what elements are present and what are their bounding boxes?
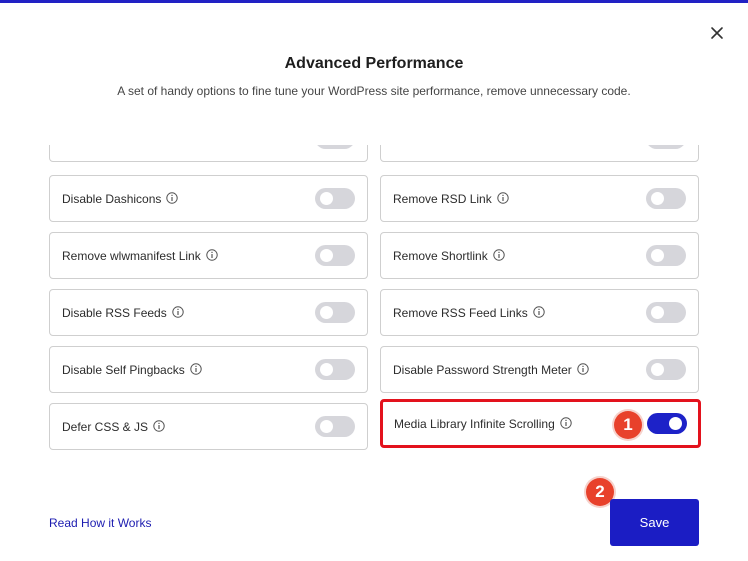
option-card-remove-shortlink: Remove Shortlink (380, 232, 699, 279)
info-icon[interactable] (560, 416, 572, 429)
info-icon[interactable] (166, 191, 179, 204)
option-toggle[interactable] (315, 145, 355, 149)
option-toggle-remove-shortlink[interactable] (646, 245, 686, 266)
option-toggle-disable-rss-feeds[interactable] (315, 302, 355, 323)
info-icon[interactable] (577, 362, 589, 375)
close-icon (706, 22, 728, 44)
toggle-knob (651, 192, 664, 205)
info-icon[interactable] (190, 362, 202, 375)
toggle-knob (320, 249, 333, 262)
option-label: Disable Self Pingbacks (62, 362, 185, 377)
option-card-disable-password-strength-meter: Disable Password Strength Meter (380, 346, 699, 393)
read-how-it-works-link[interactable]: Read How it Works (49, 516, 151, 530)
option-label: Disable Dashicons (62, 191, 162, 206)
info-icon[interactable] (533, 305, 545, 318)
option-label: Defer CSS & JS (62, 419, 149, 434)
option-label: Disable Password Strength Meter (393, 362, 572, 377)
option-label: Remove Shortlink (393, 248, 488, 263)
option-label: Remove RSS Feed Links (393, 305, 528, 320)
toggle-knob (320, 192, 333, 205)
option-label: Media Library Infinite Scrolling (394, 416, 555, 431)
option-card-disable-rss-feeds: Disable RSS Feeds (49, 289, 368, 336)
save-button[interactable]: Save (610, 499, 699, 546)
option-label: Disable RSS Feeds (62, 305, 167, 320)
option-toggle-disable-self-pingbacks[interactable] (315, 359, 355, 380)
toggle-knob (651, 363, 664, 376)
option-label: Remove RSD Link (393, 191, 492, 206)
option-card-disable-dashicons: Disable Dashicons (49, 175, 368, 222)
option-card-hidden-left (49, 145, 368, 162)
toggle-knob (651, 249, 664, 262)
toggle-knob (320, 306, 333, 319)
toggle-knob (320, 420, 333, 433)
close-button[interactable] (706, 22, 728, 44)
toggle-knob (669, 417, 682, 430)
option-card-media-library-infinite-scrolling: Media Library Infinite Scrolling (380, 399, 701, 448)
info-icon[interactable] (153, 419, 165, 432)
toggle-knob (651, 306, 664, 319)
option-toggle-remove-wlwmanifest-link[interactable] (315, 245, 355, 266)
option-toggle-disable-dashicons[interactable] (315, 188, 355, 209)
option-toggle-remove-rss-feed-links[interactable] (646, 302, 686, 323)
option-card-remove-rss-feed-links: Remove RSS Feed Links (380, 289, 699, 336)
modal-subtitle: A set of handy options to fine tune your… (117, 84, 631, 98)
toggle-knob (320, 363, 333, 376)
info-icon[interactable] (497, 191, 509, 204)
option-toggle[interactable] (646, 145, 686, 149)
option-toggle-disable-password-strength-meter[interactable] (646, 359, 686, 380)
option-card-hidden-right (380, 145, 699, 162)
top-accent-bar (0, 0, 748, 3)
option-toggle-defer-css-js[interactable] (315, 416, 355, 437)
option-card-defer-css-js: Defer CSS & JS (49, 403, 368, 450)
info-icon[interactable] (493, 248, 505, 261)
option-card-remove-wlwmanifest-link: Remove wlwmanifest Link (49, 232, 368, 279)
option-label: Remove wlwmanifest Link (62, 248, 201, 263)
option-toggle-remove-rsd-link[interactable] (646, 188, 686, 209)
modal-title: Advanced Performance (284, 55, 464, 72)
option-card-remove-rsd-link: Remove RSD Link (380, 175, 699, 222)
info-icon[interactable] (206, 248, 218, 261)
option-toggle-media-library-infinite-scrolling[interactable] (647, 413, 687, 434)
step-1-badge: 1 (614, 411, 642, 439)
info-icon[interactable] (172, 305, 184, 318)
option-card-disable-self-pingbacks: Disable Self Pingbacks (49, 346, 368, 393)
